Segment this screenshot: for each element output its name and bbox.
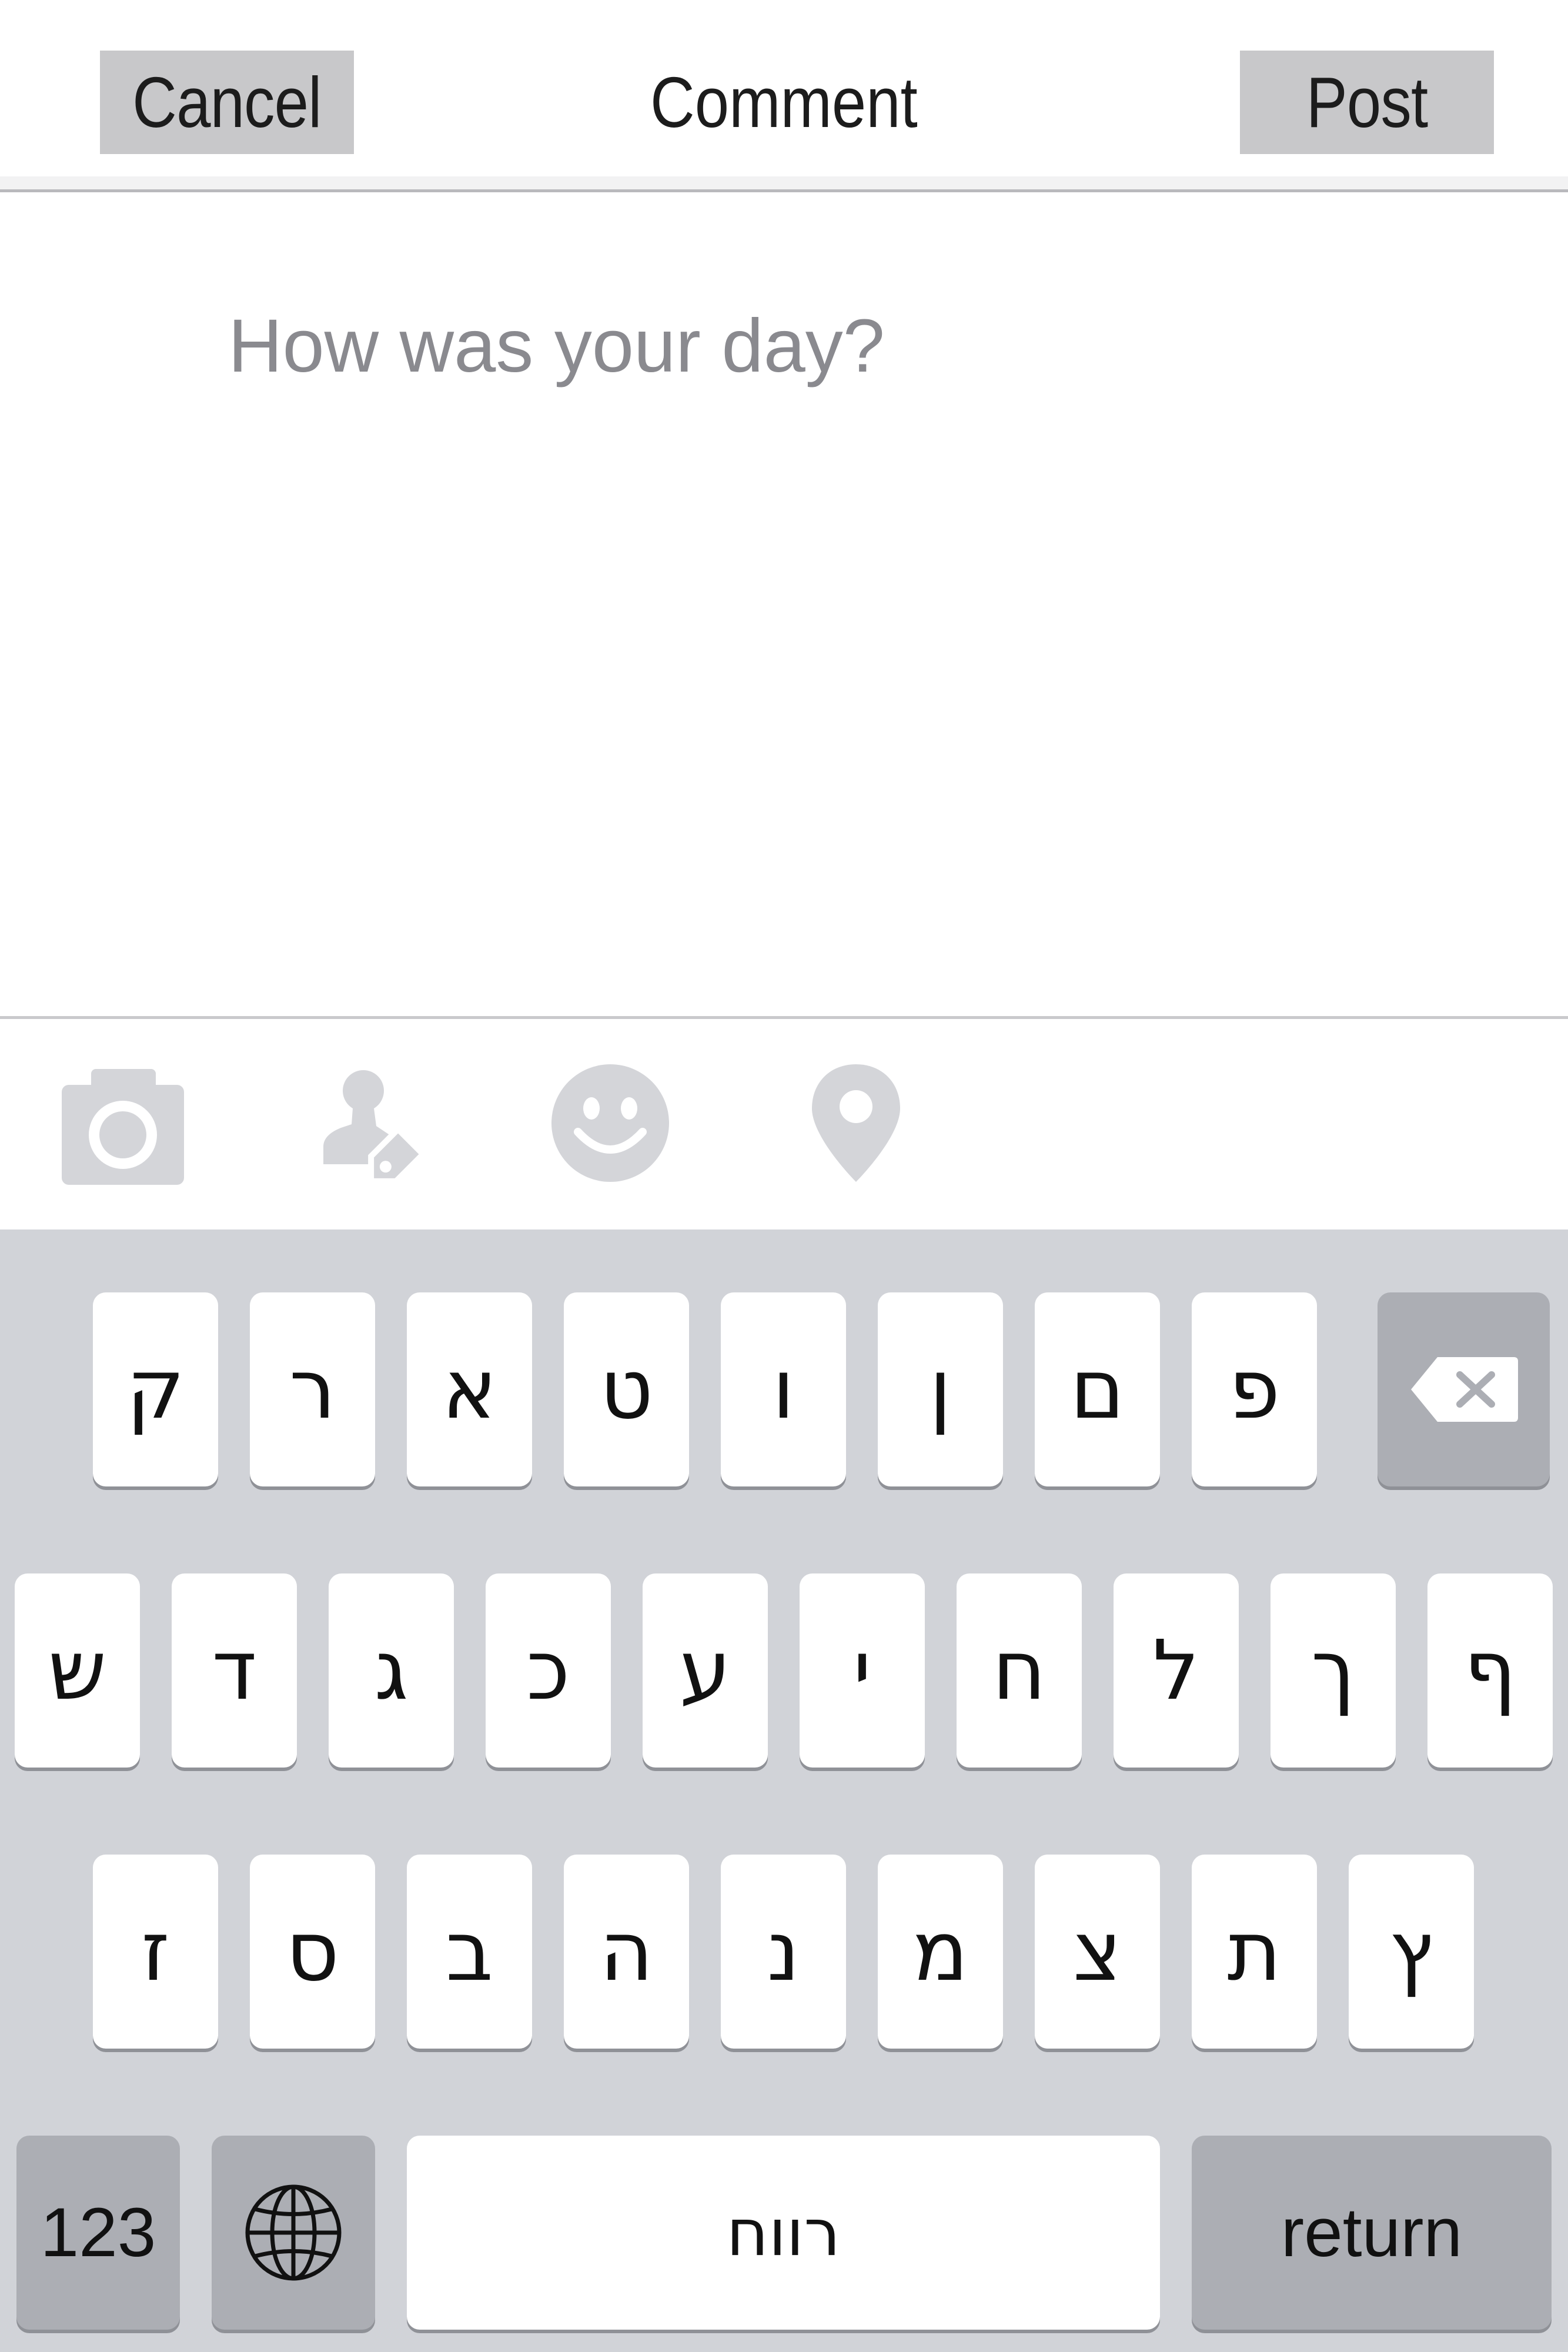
key-qof[interactable]: ק [93, 1292, 218, 1486]
key-label: ם [1070, 1341, 1125, 1438]
key-final-kaf[interactable]: ך [1271, 1573, 1396, 1768]
key-label: ף [1463, 1622, 1517, 1719]
key-dalet[interactable]: ד [172, 1573, 297, 1768]
key-label: נ [767, 1903, 800, 2000]
location-pin-icon[interactable] [791, 1058, 921, 1188]
key-label: ת [1227, 1903, 1282, 2000]
key-label: ד [212, 1622, 257, 1719]
key-alef[interactable]: א [407, 1292, 532, 1486]
page-title-text: Comment [650, 62, 918, 142]
globe-key[interactable] [212, 2136, 375, 2330]
backspace-icon [1410, 1357, 1518, 1422]
key-gimel[interactable]: ג [329, 1573, 454, 1768]
globe-icon [245, 2184, 342, 2281]
key-samekh[interactable]: ס [250, 1855, 375, 2049]
key-tet[interactable]: ט [564, 1292, 689, 1486]
numbers-key-label: 123 [40, 2194, 156, 2271]
key-label: ג [374, 1622, 409, 1719]
key-final-nun[interactable]: ן [878, 1292, 1003, 1486]
page-title: Comment [490, 51, 1078, 154]
emoji-icon[interactable] [546, 1058, 675, 1188]
key-tsadi[interactable]: צ [1035, 1855, 1160, 2049]
camera-icon[interactable] [59, 1058, 188, 1188]
key-label: ך [1310, 1622, 1356, 1719]
key-label: ע [679, 1622, 731, 1719]
key-shin[interactable]: ש [15, 1573, 140, 1768]
key-resh[interactable]: ר [250, 1292, 375, 1486]
key-label: ל [1152, 1622, 1200, 1719]
key-kaf[interactable]: כ [486, 1573, 611, 1768]
key-label: ט [600, 1341, 653, 1438]
header-divider [0, 189, 1568, 192]
cancel-button[interactable]: Cancel [100, 51, 354, 154]
key-label: ז [141, 1903, 170, 2000]
key-bet[interactable]: ב [407, 1855, 532, 2049]
backspace-key[interactable] [1378, 1292, 1550, 1486]
attachment-toolbar [0, 1019, 1568, 1230]
key-tav[interactable]: ת [1192, 1855, 1317, 2049]
key-label: ק [126, 1341, 185, 1438]
key-label: ו [772, 1341, 795, 1438]
key-ayin[interactable]: ע [643, 1573, 768, 1768]
key-yod[interactable]: י [800, 1573, 925, 1768]
key-label: ה [599, 1903, 654, 2000]
key-label: ן [929, 1341, 952, 1438]
key-het[interactable]: ח [957, 1573, 1082, 1768]
space-key-label: רווח [726, 2195, 841, 2270]
key-lamed[interactable]: ל [1114, 1573, 1239, 1768]
post-label: Post [1306, 62, 1428, 142]
return-key[interactable]: return [1192, 2136, 1552, 2330]
space-key[interactable]: רווח [407, 2136, 1160, 2330]
key-label: מ [912, 1903, 969, 2000]
key-label: י [852, 1622, 872, 1719]
tag-person-icon[interactable] [306, 1058, 435, 1188]
return-key-label: return [1281, 2194, 1463, 2271]
header-divider-band [0, 176, 1568, 189]
key-vav[interactable]: ו [721, 1292, 846, 1486]
key-final-mem[interactable]: ם [1035, 1292, 1160, 1486]
nav-bar: Cancel Comment Post [0, 0, 1568, 182]
key-label: צ [1072, 1903, 1122, 2000]
key-mem[interactable]: מ [878, 1855, 1003, 2049]
cancel-label: Cancel [132, 62, 322, 142]
key-nun[interactable]: נ [721, 1855, 846, 2049]
key-pe[interactable]: פ [1192, 1292, 1317, 1486]
post-button[interactable]: Post [1240, 51, 1494, 154]
key-label: ש [48, 1622, 107, 1719]
key-label: ב [446, 1903, 493, 2000]
key-final-pe[interactable]: ף [1427, 1573, 1553, 1768]
comment-input[interactable]: How was your day? [228, 303, 885, 389]
key-label: ח [992, 1622, 1047, 1719]
key-he[interactable]: ה [564, 1855, 689, 2049]
key-label: פ [1228, 1341, 1281, 1438]
key-label: כ [526, 1622, 570, 1719]
key-label: א [442, 1341, 497, 1438]
key-zayin[interactable]: ז [93, 1855, 218, 2049]
key-label: ץ [1389, 1903, 1434, 2000]
key-label: ס [286, 1903, 339, 2000]
key-label: ר [289, 1341, 336, 1438]
key-final-tsadi[interactable]: ץ [1349, 1855, 1474, 2049]
numbers-key[interactable]: 123 [16, 2136, 180, 2330]
